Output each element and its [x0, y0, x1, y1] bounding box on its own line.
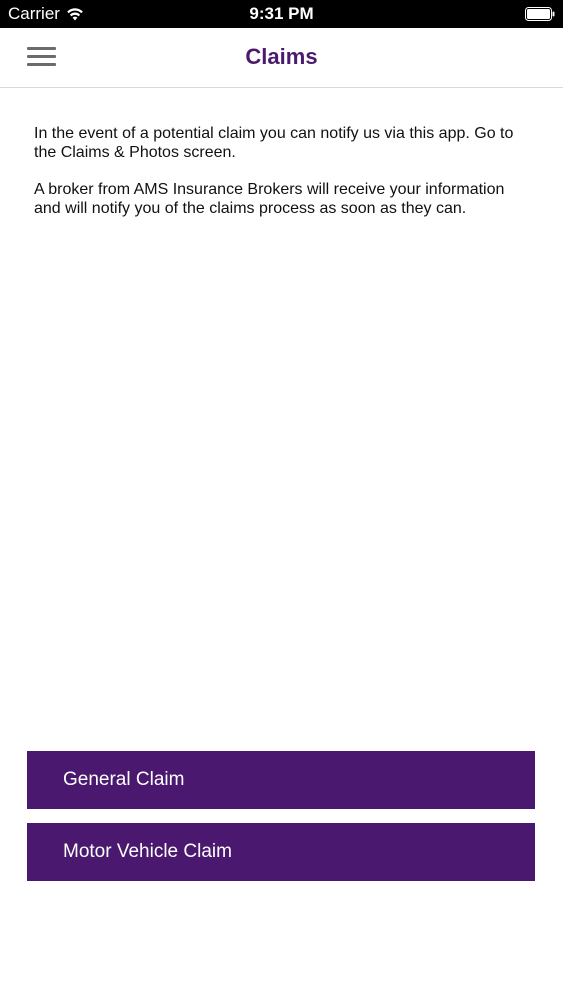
info-paragraph-notify: In the event of a potential claim you ca… [34, 125, 514, 161]
info-paragraph-broker: A broker from AMS Insurance Brokers will… [34, 181, 505, 217]
status-bar: Carrier 9:31 PM [0, 0, 563, 28]
status-time: 9:31 PM [249, 4, 314, 23]
claims-screen: Carrier 9:31 PM Claims In the event of a… [0, 0, 563, 1000]
page-title: Claims [245, 44, 318, 69]
battery-icon [525, 7, 555, 21]
motor-vehicle-claim-button[interactable]: Motor Vehicle Claim [27, 823, 535, 881]
claims-info: In the event of a potential claim you ca… [34, 124, 534, 236]
general-claim-button[interactable]: General Claim [27, 751, 535, 809]
navigation-bar: Claims [0, 28, 563, 88]
